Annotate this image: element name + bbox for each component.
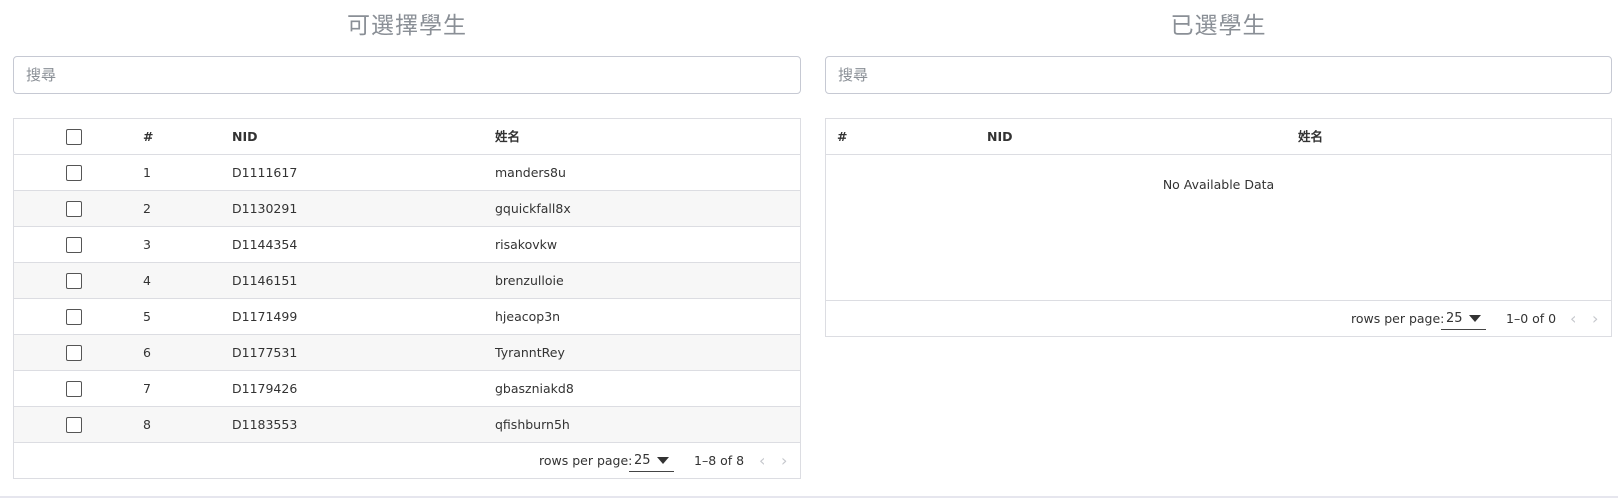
row-name: TyranntRey [495,345,565,360]
available-students-title: 可選擇學生 [347,13,467,39]
table-footer: rows per page: 25 1–8 of 8 ‹ › [14,443,800,478]
available-search-input[interactable] [13,56,801,94]
row-checkbox[interactable] [66,345,82,361]
row-name: qfishburn5h [495,417,570,432]
table-row[interactable]: 3 D1144354 risakovkw [14,227,800,263]
rows-per-page-label: rows per page: [1351,311,1445,326]
row-name: hjeacop3n [495,309,561,324]
row-name: brenzulloie [495,273,564,288]
row-nid: D1111617 [232,165,298,180]
pagination-range: 1–0 of 0 [1506,311,1557,326]
row-index: 6 [143,345,151,360]
column-header-name: 姓名 [1298,129,1324,144]
row-name: manders8u [495,165,566,180]
table-row[interactable]: 6 D1177531 TyranntRey [14,335,800,371]
table-row[interactable]: 4 D1146151 brenzulloie [14,263,800,299]
rows-per-page-select[interactable]: 25 [629,451,674,472]
row-nid: D1146151 [232,273,298,288]
row-index: 8 [143,417,151,432]
row-checkbox[interactable] [66,237,82,253]
empty-state-text: No Available Data [1162,177,1275,192]
row-index: 7 [143,381,151,396]
chevron-left-icon[interactable]: ‹ [1570,301,1576,336]
row-nid: D1144354 [232,237,298,252]
column-header-index: # [837,129,848,144]
pagination-range: 1–8 of 8 [694,453,745,468]
rows-per-page-value: 25 [634,453,651,468]
chevron-left-icon[interactable]: ‹ [759,443,765,478]
rows-per-page-select[interactable]: 25 [1441,309,1486,330]
selected-students-table: # NID 姓名 No Available Data rows per page… [825,118,1612,337]
table-row[interactable]: 5 D1171499 hjeacop3n [14,299,800,335]
table-header-row: # NID 姓名 [14,119,800,155]
row-index: 4 [143,273,151,288]
row-checkbox[interactable] [66,417,82,433]
empty-state: No Available Data [826,155,1611,301]
row-nid: D1179426 [232,381,298,396]
caret-down-icon [1469,315,1481,322]
row-checkbox[interactable] [66,165,82,181]
selected-students-title: 已選學生 [1170,13,1267,39]
selected-search-input[interactable] [825,56,1612,94]
row-checkbox[interactable] [66,381,82,397]
caret-down-icon [657,457,669,464]
column-header-index: # [143,129,154,144]
row-index: 3 [143,237,151,252]
rows-per-page-label: rows per page: [539,453,633,468]
table-row[interactable]: 1 D1111617 manders8u [14,155,800,191]
row-name: gquickfall8x [495,201,571,216]
row-index: 2 [143,201,151,216]
column-header-name: 姓名 [495,129,521,144]
select-all-checkbox[interactable] [66,129,82,145]
table-footer: rows per page: 25 1–0 of 0 ‹ › [826,301,1611,336]
rows-per-page-value: 25 [1446,311,1463,326]
available-students-table: # NID 姓名 1 D1111617 manders8u 2 D1130291… [13,118,801,479]
chevron-right-icon[interactable]: › [781,443,787,478]
row-index: 5 [143,309,151,324]
table-row[interactable]: 8 D1183553 qfishburn5h [14,407,800,443]
column-header-nid: NID [987,129,1013,144]
row-index: 1 [143,165,151,180]
row-nid: D1183553 [232,417,298,432]
row-nid: D1171499 [232,309,298,324]
column-header-nid: NID [232,129,258,144]
table-header-row: # NID 姓名 [826,119,1611,155]
row-checkbox[interactable] [66,273,82,289]
table-row[interactable]: 7 D1179426 gbaszniakd8 [14,371,800,407]
row-name: risakovkw [495,237,558,252]
row-checkbox[interactable] [66,201,82,217]
row-nid: D1130291 [232,201,298,216]
row-name: gbaszniakd8 [495,381,574,396]
row-checkbox[interactable] [66,309,82,325]
table-row[interactable]: 2 D1130291 gquickfall8x [14,191,800,227]
chevron-right-icon[interactable]: › [1592,301,1598,336]
row-nid: D1177531 [232,345,298,360]
